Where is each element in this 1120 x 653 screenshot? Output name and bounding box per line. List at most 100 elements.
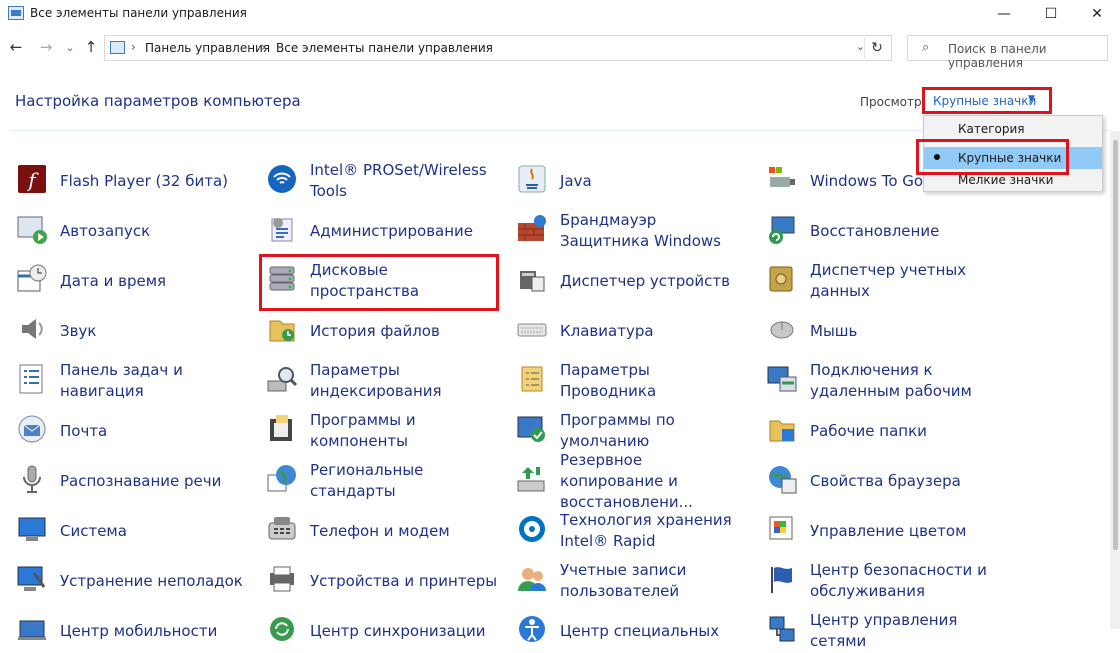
forward-button[interactable]: → [36, 37, 56, 57]
control-panel-item-label: Центр мобильности [60, 621, 218, 640]
control-panel-item[interactable]: Диспетчер устройств [500, 257, 745, 303]
control-panel-item-label: Диспетчер учетных данных [810, 261, 967, 300]
control-panel-item[interactable]: Свойства браузера [750, 457, 995, 503]
navigation-bar: ← → ⌄ ↑ › Панель управления › Все элемен… [0, 33, 1120, 70]
control-panel-item-label: Региональные стандарты [310, 461, 424, 500]
control-panel-item[interactable]: Программы по умолчанию [500, 407, 745, 453]
control-panel-item[interactable]: Управление цветом [750, 507, 995, 553]
control-panel-item[interactable]: Дата и время [0, 257, 245, 303]
view-menu-item-small-icons[interactable]: Мелкие значки [924, 169, 1102, 191]
control-panel-item[interactable]: Звук [0, 307, 245, 353]
control-panel-item-label: Учетные записи пользователей [560, 561, 687, 600]
control-panel-item[interactable]: Восстановление [750, 207, 995, 253]
sync-icon [266, 613, 298, 645]
minimize-button[interactable]: — [981, 0, 1027, 28]
control-panel-item[interactable]: Автозапуск [0, 207, 245, 253]
control-panel-item[interactable]: Параметры Проводника [500, 357, 745, 403]
control-panel-item[interactable]: Почта [0, 407, 245, 453]
control-panel-item[interactable]: Учетные записи пользователей [500, 557, 745, 603]
search-placeholder: Поиск в панели управления [948, 42, 1047, 70]
control-panel-item[interactable]: Телефон и модем [250, 507, 495, 553]
control-panel-item[interactable]: Центр мобильности [0, 607, 245, 653]
control-panel-item[interactable]: f Flash Player (32 бита) [0, 157, 245, 203]
control-panel-item[interactable]: Клавиатура [500, 307, 745, 353]
control-panel-item[interactable]: Распознавание речи [0, 457, 245, 503]
backup-icon [516, 463, 548, 495]
troubleshooting-icon [16, 563, 48, 595]
search-input[interactable]: ⌕ Поиск в панели управления [907, 35, 1108, 70]
control-panel-item[interactable]: Резервное копирование и восстановлени... [500, 451, 745, 511]
security-flag-icon [766, 563, 798, 595]
control-panel-item[interactable]: Дисковые пространства [250, 257, 495, 303]
control-panel-item[interactable]: Центр управления сетями [750, 607, 995, 653]
recent-locations-button[interactable]: ⌄ [60, 37, 80, 57]
work-folders-icon [766, 413, 798, 445]
control-panel-item-label: История файлов [310, 321, 440, 340]
default-programs-icon [516, 413, 548, 445]
control-panel-item[interactable]: Устройства и принтеры [250, 557, 497, 603]
control-panel-item[interactable]: Подключения к удаленным рабочим [750, 357, 995, 403]
control-panel-item[interactable]: Параметры индексирования [250, 357, 495, 403]
folder-options-icon [516, 363, 548, 395]
control-panel-item[interactable]: Технология хранения Intel® Rapid [500, 507, 745, 553]
admin-tools-icon [266, 213, 298, 245]
close-button[interactable]: ✕ [1074, 0, 1120, 28]
control-panel-item[interactable]: Центр специальных [500, 607, 745, 653]
up-button[interactable]: ↑ [81, 37, 101, 57]
network-icon [766, 613, 798, 645]
control-panel-item[interactable]: Брандмауэр Защитника Windows [500, 207, 745, 253]
view-label: Просмотр: [860, 95, 926, 109]
credential-vault-icon [766, 263, 798, 295]
control-panel-item[interactable]: Диспетчер учетных данных [750, 257, 995, 303]
control-panel-item[interactable]: Центр безопасности и обслуживания [750, 557, 995, 603]
autoplay-icon [16, 213, 48, 245]
control-panel-icon [8, 6, 24, 20]
view-menu-item-category[interactable]: Категория [924, 118, 1102, 140]
programs-icon [266, 413, 298, 445]
view-dropdown-value: Крупные значки [933, 94, 1037, 108]
control-panel-item-label: Технология хранения Intel® Rapid [560, 511, 732, 550]
back-button[interactable]: ← [6, 37, 26, 57]
refresh-button[interactable]: ↻ [864, 37, 889, 59]
control-panel-item-label: Устранение неполадок [60, 571, 243, 590]
control-panel-item[interactable]: Устранение неполадок [0, 557, 245, 603]
control-panel-item[interactable]: Центр синхронизации [250, 607, 495, 653]
breadcrumb-control-panel[interactable]: Панель управления [145, 41, 270, 55]
address-bar[interactable]: › Панель управления › Все элементы панел… [104, 35, 892, 61]
taskbar-icon [16, 363, 48, 395]
view-dropdown[interactable]: Крупные значки ▼ [922, 87, 1052, 114]
flash-icon: f [16, 163, 48, 195]
control-panel-item[interactable]: Intel® PROSet/Wireless Tools [250, 157, 495, 203]
maximize-button[interactable]: ☐ [1028, 0, 1074, 28]
scrollbar-thumb[interactable] [1113, 140, 1118, 550]
control-panel-item[interactable]: Java [500, 157, 745, 203]
control-panel-item-label: Параметры Проводника [560, 361, 657, 400]
control-panel-item-label: Администрирование [310, 221, 474, 240]
control-panel-item[interactable]: История файлов [250, 307, 495, 353]
menu-item-label: Категория [958, 122, 1025, 136]
control-panel-item-label: Intel® PROSet/Wireless Tools [310, 161, 487, 200]
control-panel-item[interactable]: Программы и компоненты [250, 407, 495, 453]
firewall-icon [516, 213, 548, 245]
control-panel-item[interactable]: Рабочие папки [750, 407, 995, 453]
control-panel-item-label: Центр синхронизации [310, 621, 486, 640]
control-panel-item-label: Подключения к удаленным рабочим [810, 361, 972, 400]
control-panel-item-label: Распознавание речи [60, 471, 222, 490]
control-panel-item[interactable]: Региональные стандарты [250, 457, 495, 503]
control-panel-item-label: Звук [60, 321, 97, 340]
breadcrumb-separator: › [131, 40, 136, 54]
recovery-icon [766, 213, 798, 245]
breadcrumb-separator[interactable]: › [261, 40, 266, 54]
control-panel-item[interactable]: Панель задач и навигация [0, 357, 245, 403]
control-panel-item[interactable]: Администрирование [250, 207, 495, 253]
view-menu-item-large-icons[interactable]: Крупные значки [924, 147, 1102, 169]
breadcrumb-separator[interactable]: › [472, 40, 477, 54]
region-icon [266, 463, 298, 495]
control-panel-item-label: Flash Player (32 бита) [60, 171, 229, 190]
control-panel-item-label: Управление цветом [810, 521, 967, 540]
control-panel-item-label: Телефон и модем [310, 521, 450, 540]
control-panel-item[interactable]: Мышь [750, 307, 995, 353]
breadcrumb-all-items[interactable]: Все элементы панели управления [276, 41, 493, 55]
control-panel-item[interactable]: Система [0, 507, 245, 553]
control-panel-item-label: Резервное копирование и восстановлени... [560, 450, 693, 511]
